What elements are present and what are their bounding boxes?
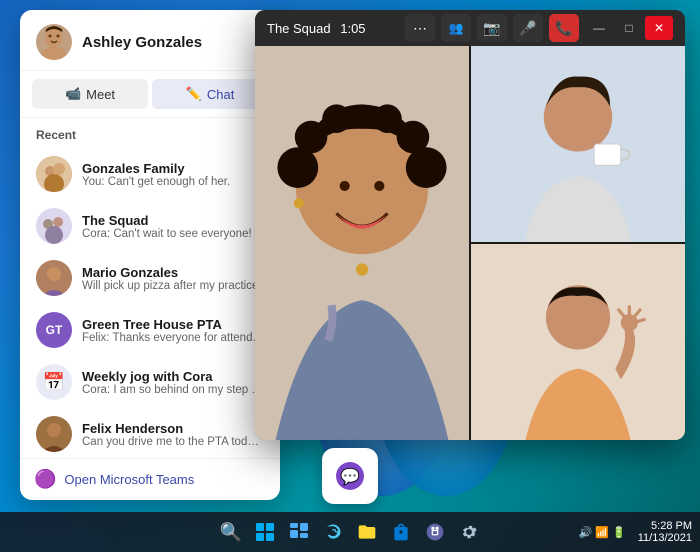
video-tile-1: [471, 46, 685, 242]
contact-text: Weekly jog with Cora Cora: I am so behin…: [82, 369, 264, 396]
chat-edit-icon: ✏️: [186, 86, 202, 102]
taskbar-store[interactable]: [385, 516, 417, 548]
minimize-btn[interactable]: —: [585, 16, 613, 40]
avatar: [36, 416, 72, 452]
initials: GT: [46, 323, 63, 337]
list-item[interactable]: 📅 Weekly jog with Cora Cora: I am so beh…: [28, 356, 272, 408]
teams-footer-icon: 🟣: [34, 469, 56, 490]
video-call-window: The Squad 1:05 ⋯ 👥 📷 🎤 📞 — □ ✕: [255, 10, 685, 440]
open-teams-footer[interactable]: 🟣 Open Microsoft Teams: [20, 458, 280, 500]
avatar: GT: [36, 312, 72, 348]
chat-header: Ashley Gonzales: [20, 10, 280, 71]
more-options-btn[interactable]: ⋯: [405, 14, 435, 42]
contact-msg: Cora: Can't wait to see everyone!: [82, 228, 264, 240]
chat-panel: Ashley Gonzales 📹 Meet ✏️ Chat Recent: [20, 10, 280, 500]
clock[interactable]: 5:28 PM 11/13/2021: [638, 520, 692, 544]
desktop: Ashley Gonzales 📹 Meet ✏️ Chat Recent: [0, 0, 700, 552]
taskbar-start[interactable]: [249, 516, 281, 548]
teams-floating-icon[interactable]: 💬: [322, 448, 378, 504]
contact-text: Green Tree House PTA Felix: Thanks every…: [82, 317, 264, 344]
avatar: 📅: [36, 364, 72, 400]
time: 5:28 PM: [638, 520, 692, 532]
taskbar: 🔍: [0, 512, 700, 552]
contact-name: Felix Henderson: [82, 421, 264, 436]
taskbar-explorer[interactable]: [351, 516, 383, 548]
contact-msg: Will pick up pizza after my practice.: [82, 280, 264, 292]
avatar: [36, 156, 72, 192]
camera-btn[interactable]: 📷: [477, 14, 507, 42]
taskbar-settings[interactable]: [453, 516, 485, 548]
list-item[interactable]: Mario Gonzales Will pick up pizza after …: [28, 252, 272, 304]
titlebar-left: The Squad 1:05: [267, 21, 366, 36]
video-grid: [255, 46, 685, 440]
taskbar-widgets[interactable]: [283, 516, 315, 548]
titlebar-controls: — □ ✕: [585, 16, 673, 40]
taskbar-search[interactable]: 🔍: [215, 516, 247, 548]
contact-msg: Cora: I am so behind on my step goals.: [82, 384, 264, 396]
video-tile-2: [471, 244, 685, 440]
taskbar-teams[interactable]: [419, 516, 451, 548]
open-teams-label: Open Microsoft Teams: [64, 472, 194, 487]
mic-btn[interactable]: 🎤: [513, 14, 543, 42]
list-item[interactable]: GT Green Tree House PTA Felix: Thanks ev…: [28, 304, 272, 356]
contact-text: Gonzales Family You: Can't get enough of…: [82, 161, 264, 188]
list-item[interactable]: Felix Henderson Can you drive me to the …: [28, 408, 272, 458]
maximize-btn[interactable]: □: [615, 16, 643, 40]
end-call-btn[interactable]: 📞: [549, 14, 579, 42]
date: 11/13/2021: [638, 532, 692, 544]
contact-name: Weekly jog with Cora: [82, 369, 264, 384]
video-controls: ⋯ 👥 📷 🎤 📞: [405, 14, 579, 42]
contact-text: Felix Henderson Can you drive me to the …: [82, 421, 264, 448]
meet-icon: 📹: [65, 86, 81, 102]
contact-name: Green Tree House PTA: [82, 317, 264, 332]
contact-msg: Can you drive me to the PTA today?: [82, 436, 264, 448]
avatar: [36, 260, 72, 296]
close-btn[interactable]: ✕: [645, 16, 673, 40]
tab-meet[interactable]: 📹 Meet: [32, 79, 148, 109]
avatar: [36, 24, 72, 60]
contact-name: Gonzales Family: [82, 161, 264, 176]
avatar: [36, 208, 72, 244]
contact-text: Mario Gonzales Will pick up pizza after …: [82, 265, 264, 292]
meet-label: Meet: [86, 87, 115, 102]
contact-name: Mario Gonzales: [82, 265, 264, 280]
contact-text: The Squad Cora: Can't wait to see everyo…: [82, 213, 264, 240]
svg-text:💬: 💬: [340, 467, 360, 486]
list-item[interactable]: The Squad Cora: Can't wait to see everyo…: [28, 200, 272, 252]
video-titlebar: The Squad 1:05 ⋯ 👥 📷 🎤 📞 — □ ✕: [255, 10, 685, 46]
squad-title: The Squad: [267, 21, 331, 36]
video-title: The Squad 1:05: [267, 21, 366, 36]
participants-btn[interactable]: 👥: [441, 14, 471, 42]
taskbar-center: 🔍: [215, 516, 485, 548]
tab-chat[interactable]: ✏️ Chat: [152, 79, 268, 109]
contact-name: The Squad: [82, 213, 264, 228]
video-tile-3: [255, 46, 469, 440]
recent-label: Recent: [20, 118, 280, 148]
chat-label: Chat: [207, 87, 234, 102]
chat-list: Gonzales Family You: Can't get enough of…: [20, 148, 280, 458]
contact-msg: Felix: Thanks everyone for attending.: [82, 332, 264, 344]
contact-msg: You: Can't get enough of her.: [82, 176, 264, 188]
duration: 1:05: [340, 21, 365, 36]
list-item[interactable]: Gonzales Family You: Can't get enough of…: [28, 148, 272, 200]
taskbar-right: 🔊 📶 🔋 5:28 PM 11/13/2021: [579, 520, 692, 544]
user-name: Ashley Gonzales: [82, 34, 202, 51]
taskbar-edge[interactable]: [317, 516, 349, 548]
chat-tabs: 📹 Meet ✏️ Chat: [20, 71, 280, 118]
system-tray: 🔊 📶 🔋: [579, 526, 626, 539]
